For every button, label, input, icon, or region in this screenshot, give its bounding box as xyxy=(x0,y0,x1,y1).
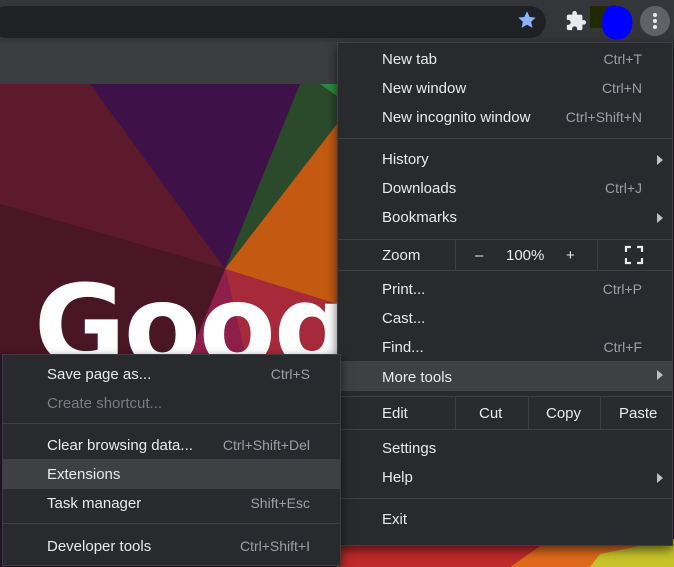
new-incognito-shortcut: Ctrl+Shift+N xyxy=(565,109,642,125)
menu-item-help[interactable]: Help xyxy=(338,464,672,493)
zoom-level: 100% xyxy=(506,247,545,264)
exit-label: Exit xyxy=(382,511,408,528)
menu-item-more-tools[interactable]: More tools xyxy=(338,361,672,391)
developer-tools-shortcut: Ctrl+Shift+I xyxy=(239,538,310,554)
submenu-item-task-manager[interactable]: Task manager Shift+Esc xyxy=(3,490,340,519)
profile-avatar-icon[interactable] xyxy=(590,4,638,40)
cut-button[interactable]: Cut xyxy=(479,405,502,422)
more-tools-label: More tools xyxy=(382,369,453,386)
save-page-shortcut: Ctrl+S xyxy=(270,366,310,382)
menu-item-bookmarks[interactable]: Bookmarks xyxy=(338,204,672,233)
submenu-arrow-icon xyxy=(657,155,663,165)
new-incognito-label: New incognito window xyxy=(382,109,531,126)
new-tab-shortcut: Ctrl+T xyxy=(603,51,643,67)
menu-divider xyxy=(3,423,340,424)
more-vert-icon[interactable] xyxy=(640,6,670,36)
developer-tools-label: Developer tools xyxy=(47,538,152,555)
print-shortcut: Ctrl+P xyxy=(602,281,642,297)
save-page-label: Save page as... xyxy=(47,366,152,383)
task-manager-shortcut: Shift+Esc xyxy=(250,495,310,511)
zoom-divider xyxy=(455,240,456,270)
cast-label: Cast... xyxy=(382,310,426,327)
submenu-arrow-icon xyxy=(657,213,663,223)
submenu-item-developer-tools[interactable]: Developer tools Ctrl+Shift+I xyxy=(3,533,340,562)
menu-item-new-incognito-window[interactable]: New incognito window Ctrl+Shift+N xyxy=(338,104,672,133)
menu-item-settings[interactable]: Settings xyxy=(338,435,672,464)
submenu-item-save-page-as[interactable]: Save page as... Ctrl+S xyxy=(3,361,340,390)
help-label: Help xyxy=(382,469,413,486)
menu-item-cast[interactable]: Cast... xyxy=(338,305,672,334)
edit-divider xyxy=(528,397,529,429)
find-shortcut: Ctrl+F xyxy=(603,339,643,355)
new-tab-label: New tab xyxy=(382,51,438,68)
print-label: Print... xyxy=(382,281,426,298)
copy-button[interactable]: Copy xyxy=(546,405,581,422)
submenu-arrow-icon xyxy=(657,473,663,483)
address-bar[interactable] xyxy=(0,6,546,38)
clear-browsing-label: Clear browsing data... xyxy=(47,437,193,454)
menu-item-new-tab[interactable]: New tab Ctrl+T xyxy=(338,46,672,75)
new-window-label: New window xyxy=(382,80,467,97)
menu-divider xyxy=(338,429,672,430)
menu-item-print[interactable]: Print... Ctrl+P xyxy=(338,276,672,305)
menu-item-downloads[interactable]: Downloads Ctrl+J xyxy=(338,175,672,204)
settings-label: Settings xyxy=(382,440,437,457)
menu-item-exit[interactable]: Exit xyxy=(338,506,672,535)
menu-divider xyxy=(338,270,672,271)
submenu-item-clear-browsing-data[interactable]: Clear browsing data... Ctrl+Shift+Del xyxy=(3,432,340,461)
browser-toolbar xyxy=(0,0,674,42)
edit-divider xyxy=(600,397,601,429)
paste-button[interactable]: Paste xyxy=(619,405,657,422)
create-shortcut-label: Create shortcut... xyxy=(47,395,163,412)
menu-divider xyxy=(3,523,340,524)
zoom-label: Zoom xyxy=(382,247,421,264)
history-label: History xyxy=(382,151,429,168)
puzzle-icon[interactable] xyxy=(565,10,587,32)
zoom-out-button[interactable]: – xyxy=(475,247,483,264)
task-manager-label: Task manager xyxy=(47,495,142,512)
bookmarks-label: Bookmarks xyxy=(382,209,458,226)
find-label: Find... xyxy=(382,339,424,356)
zoom-in-button[interactable]: + xyxy=(566,247,575,264)
extensions-label: Extensions xyxy=(47,466,121,483)
zoom-divider xyxy=(597,240,598,270)
chrome-main-menu: New tab Ctrl+T New window Ctrl+N New inc… xyxy=(337,42,673,546)
downloads-label: Downloads xyxy=(382,180,457,197)
submenu-item-create-shortcut: Create shortcut... xyxy=(3,390,340,419)
submenu-arrow-icon xyxy=(657,370,663,380)
submenu-item-extensions[interactable]: Extensions xyxy=(3,459,340,489)
menu-divider xyxy=(338,138,672,139)
menu-item-find[interactable]: Find... Ctrl+F xyxy=(338,334,672,363)
fullscreen-icon[interactable] xyxy=(624,245,644,265)
tab-strip xyxy=(0,42,337,85)
menu-row-zoom: Zoom xyxy=(338,240,672,270)
clear-browsing-shortcut: Ctrl+Shift+Del xyxy=(222,437,310,453)
edit-label: Edit xyxy=(382,405,408,422)
new-window-shortcut: Ctrl+N xyxy=(601,80,642,96)
edit-divider xyxy=(455,397,456,429)
menu-item-new-window[interactable]: New window Ctrl+N xyxy=(338,75,672,104)
more-tools-submenu: Save page as... Ctrl+S Create shortcut..… xyxy=(2,354,341,566)
star-icon[interactable] xyxy=(516,9,538,31)
menu-divider xyxy=(338,498,672,499)
downloads-shortcut: Ctrl+J xyxy=(605,180,642,196)
menu-item-history[interactable]: History xyxy=(338,146,672,175)
